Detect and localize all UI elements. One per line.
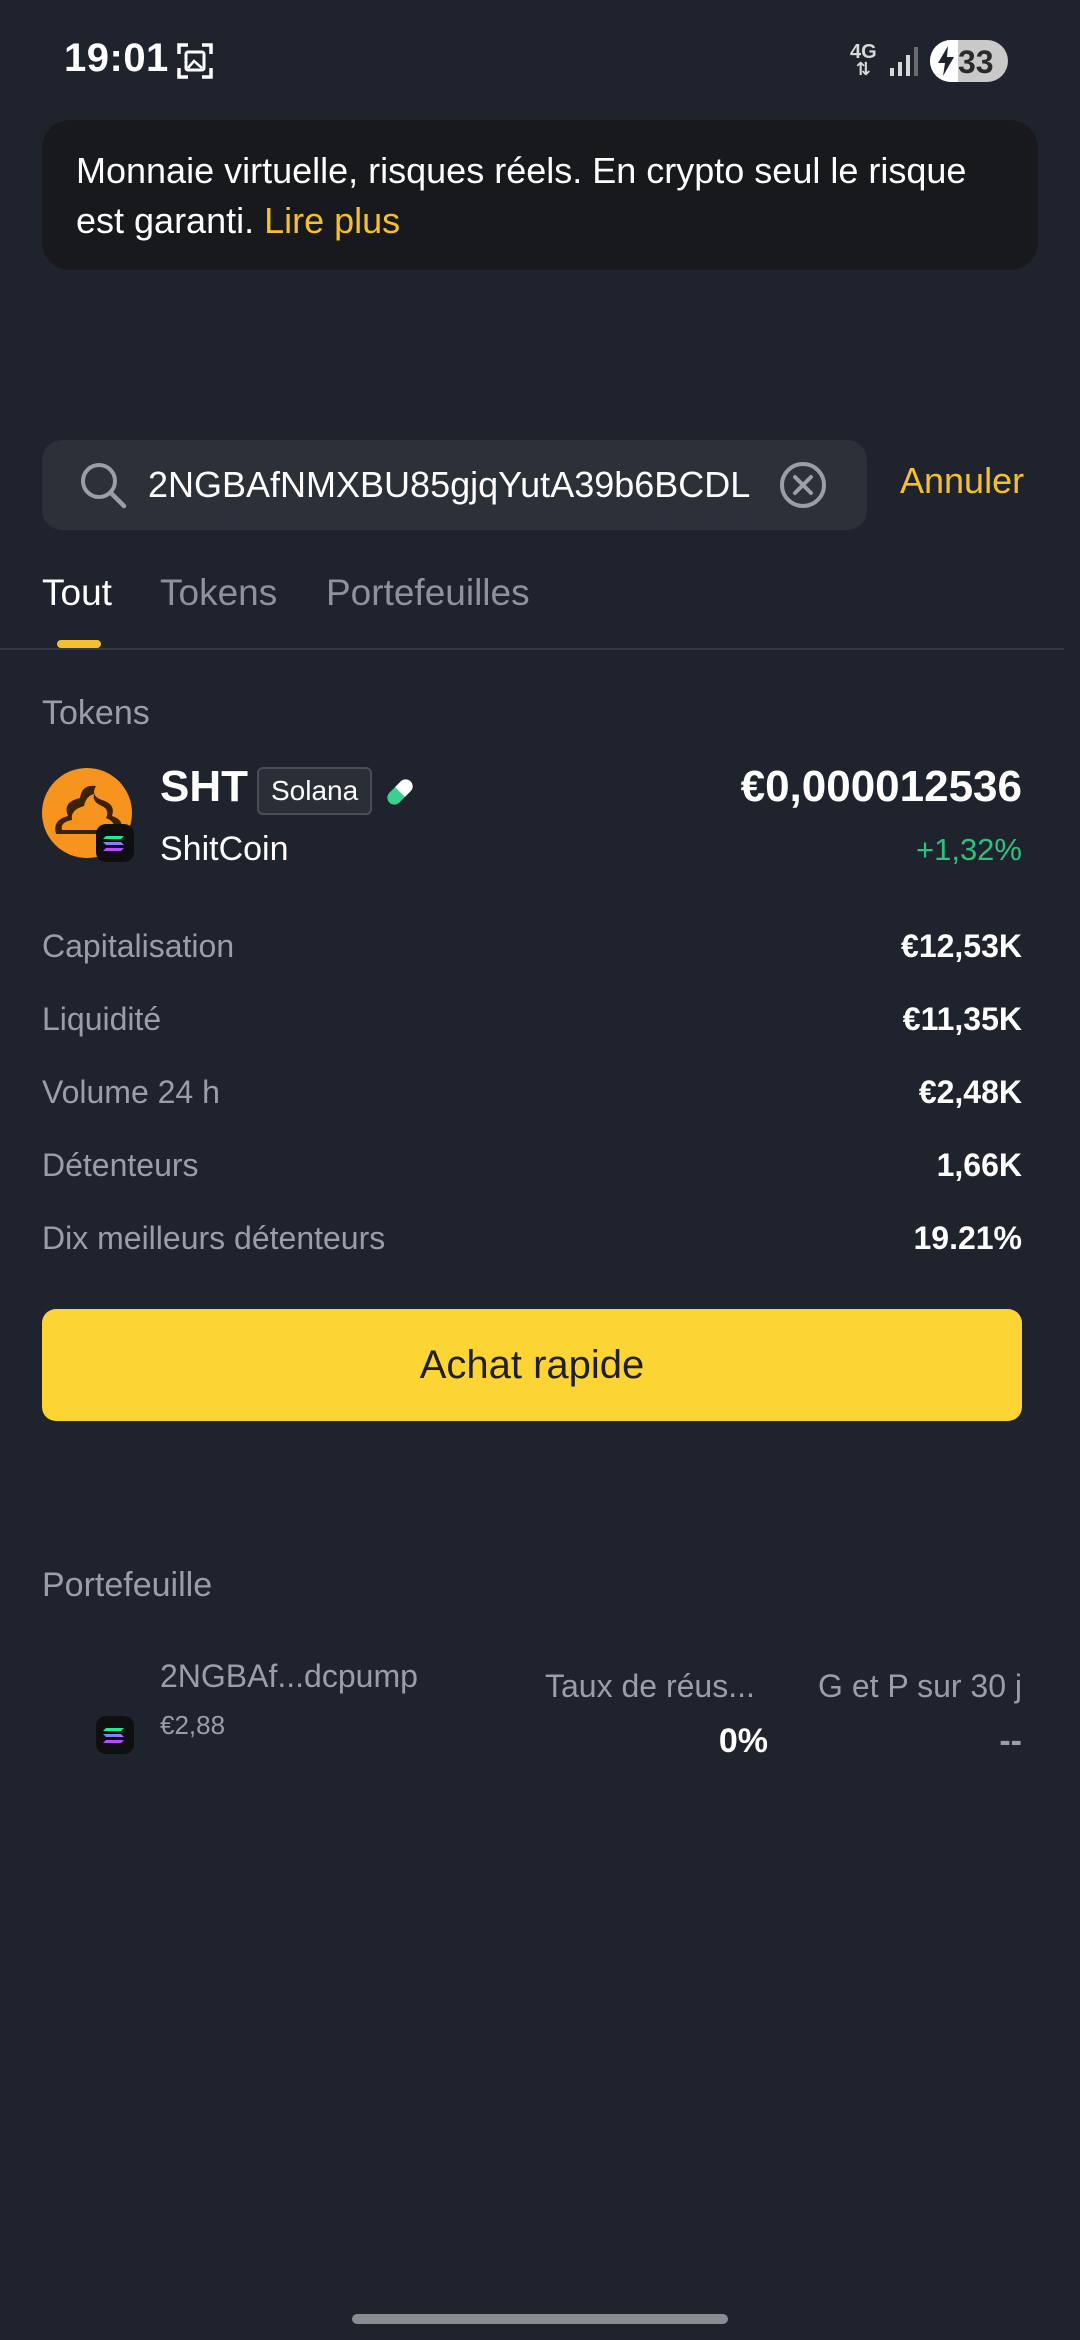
- tab-all[interactable]: Tout: [42, 572, 112, 614]
- signal-icon: [890, 47, 918, 76]
- wallet-section-title: Portefeuille: [42, 1566, 213, 1604]
- pnl-30d-value: --: [999, 1722, 1022, 1760]
- read-more-link[interactable]: Lire plus: [264, 200, 400, 241]
- stat-value-top10-holders: 19.21%: [913, 1220, 1022, 1256]
- pump-pill-icon: [385, 777, 415, 807]
- search-value[interactable]: 2NGBAfNMXBU85gjqYutA39b6BCDL: [148, 458, 760, 512]
- stat-label-market-cap: Capitalisation: [42, 928, 235, 964]
- tab-wallets[interactable]: Portefeuilles: [326, 572, 530, 614]
- stat-label-volume: Volume 24 h: [42, 1074, 220, 1110]
- stat-label-liquidity: Liquidité: [42, 1001, 162, 1037]
- tab-divider: [0, 648, 1064, 650]
- battery-level: 33: [958, 44, 994, 80]
- search-input[interactable]: 2NGBAfNMXBU85gjqYutA39b6BCDL: [42, 440, 867, 530]
- stat-value-holders: 1,66K: [936, 1147, 1022, 1183]
- battery-charging-icon: 33: [930, 40, 1008, 82]
- success-rate-value: 0%: [718, 1722, 768, 1760]
- status-time: 19:01: [64, 36, 169, 80]
- chain-tag: Solana: [257, 767, 373, 815]
- quick-buy-button[interactable]: Achat rapide: [42, 1309, 1022, 1421]
- success-rate-label: Taux de réus...: [545, 1668, 755, 1704]
- solana-chain-icon: [96, 1716, 134, 1754]
- wallet-address[interactable]: 2NGBAf...dcpump: [160, 1658, 418, 1695]
- tokens-section-title: Tokens: [42, 694, 150, 732]
- token-change: +1,32%: [915, 832, 1022, 867]
- network-4g-icon: 4G ⇅: [850, 41, 877, 79]
- pnl-30d-label: G et P sur 30 j: [818, 1668, 1022, 1704]
- stat-label-holders: Détenteurs: [42, 1147, 199, 1183]
- home-indicator[interactable]: [352, 2314, 728, 2324]
- risk-banner: Monnaie virtuelle, risques réels. En cry…: [42, 120, 1038, 270]
- screenshot-icon: [177, 43, 213, 79]
- search-icon: [81, 463, 127, 509]
- stat-label-top10-holders: Dix meilleurs détenteurs: [42, 1220, 386, 1256]
- banner-text: Monnaie virtuelle, risques réels. En cry…: [76, 150, 967, 241]
- stat-value-liquidity: €11,35K: [902, 1001, 1022, 1037]
- wallet-balance: €2,88: [160, 1710, 226, 1740]
- clear-icon[interactable]: [778, 460, 828, 510]
- cancel-button[interactable]: Annuler: [900, 460, 1024, 502]
- solana-chain-icon: [96, 824, 134, 862]
- token-name: ShitCoin: [160, 830, 289, 868]
- token-price: €0,000012536: [740, 762, 1022, 811]
- tab-indicator: [57, 640, 101, 648]
- tab-tokens[interactable]: Tokens: [160, 572, 277, 614]
- stat-value-volume: €2,48K: [918, 1074, 1022, 1110]
- token-symbol: SHT: [160, 762, 248, 811]
- stat-value-market-cap: €12,53K: [901, 928, 1022, 964]
